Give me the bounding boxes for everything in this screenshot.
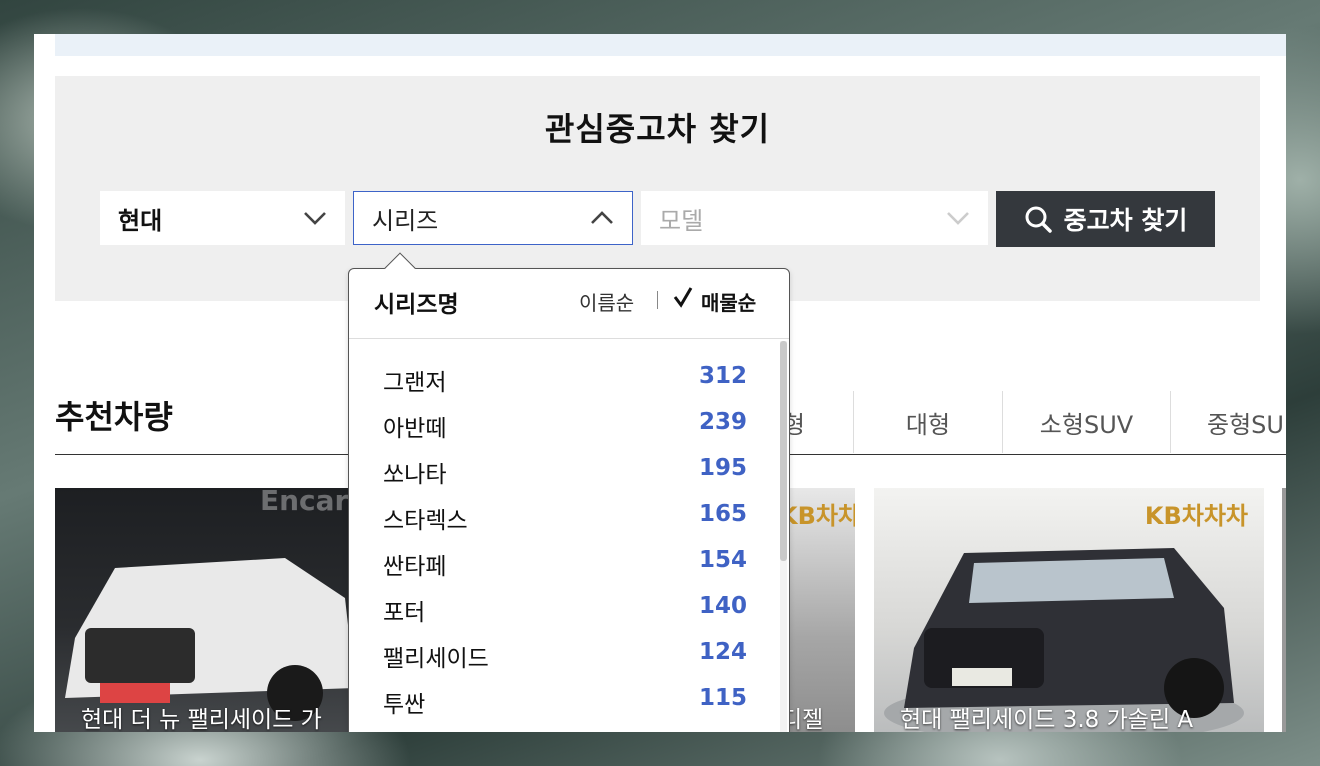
series-item-name: 아반떼 [383,416,447,442]
check-icon [673,287,693,308]
recommend-title: 추천차량 [55,398,173,436]
series-item-count: 154 [698,547,747,573]
sort-separator [657,291,658,309]
series-item-count: 195 [698,455,747,481]
car-card-caption: 현대 더 뉴 팰리세이드 가 [81,707,322,732]
series-select-value: 시리즈 [372,206,439,235]
series-item[interactable]: 스타렉스 165 [349,494,779,540]
series-item[interactable]: 쏘나타 195 [349,448,779,494]
model-select-value: 모델 [659,206,704,235]
car-image [884,548,1244,732]
kb-logo: KB차차 [779,502,855,530]
series-item[interactable]: 포터 140 [349,586,779,632]
series-item-count: 239 [698,409,747,435]
series-item-name: 팰리세이드 [383,646,489,672]
car-card[interactable]: KB차차차 현대 팰리세이드 3.8 가솔린 A [874,488,1264,732]
dropdown-title: 시리즈명 [374,292,459,318]
series-list: 그랜저 312 아반떼 239 쏘나타 195 스타렉스 165 싼타페 154… [349,339,779,732]
car-card-partial [1282,488,1286,732]
series-item-name: 싼타페 [383,554,447,580]
series-item-name: 투싼 [383,692,426,718]
car-card-caption: 현대 팰리세이드 3.8 가솔린 A [900,707,1194,732]
series-item[interactable]: 투싼 115 [349,678,779,724]
sort-by-count[interactable]: 매물순 [701,287,756,316]
car-card[interactable]: KB차차 디젤 [779,488,855,732]
search-icon [1025,206,1052,233]
page-window: 관심중고차 찾기 현대 시리즈 모델 중고차 찾기 추천차량 형 대형 소형SU… [34,34,1286,732]
model-select[interactable]: 모델 [641,191,988,245]
series-item-count: 165 [698,501,747,527]
tab-mid-suv[interactable]: 중형SU [1170,391,1286,453]
series-dropdown: 시리즈명 이름순 매물순 그랜저 312 아반떼 239 쏘나타 195 스타렉… [348,252,790,732]
series-item-name: 쏘나타 [383,462,447,488]
tab-small-suv[interactable]: 소형SUV [1002,391,1170,453]
find-used-car-button[interactable]: 중고차 찾기 [996,191,1215,247]
series-select[interactable]: 시리즈 [353,191,633,245]
dropdown-header: 시리즈명 이름순 매물순 [349,269,789,339]
series-item-name: 스타렉스 [383,508,468,534]
series-item[interactable]: 그랜저 312 [349,356,779,402]
car-image [65,558,355,721]
series-item-name: 포터 [383,600,426,626]
series-item-name: 그랜저 [383,370,447,396]
top-strip [55,34,1286,56]
encar-logo: Encar [260,488,349,517]
sort-by-name[interactable]: 이름순 [579,287,634,316]
series-item[interactable]: 싼타페 154 [349,540,779,586]
maker-select-value: 현대 [118,206,163,235]
scrollbar-thumb[interactable] [780,341,787,561]
car-card[interactable]: Encar 현대 더 뉴 팰리세이드 가 [55,488,355,732]
find-button-label: 중고차 찾기 [1063,206,1188,235]
chevron-down-icon [304,212,326,225]
series-item[interactable]: 아반떼 239 [349,402,779,448]
chevron-down-icon [947,212,969,225]
series-item-count: 140 [698,593,747,619]
series-item-count: 312 [698,363,747,389]
chevron-up-icon [591,211,613,224]
search-title: 관심중고차 찾기 [544,110,771,148]
series-item[interactable]: 팰리세이드 124 [349,632,779,678]
series-item-count: 115 [698,685,747,711]
tab-large[interactable]: 대형 [853,391,1002,453]
maker-select[interactable]: 현대 [100,191,345,245]
series-item-count: 124 [698,639,747,665]
